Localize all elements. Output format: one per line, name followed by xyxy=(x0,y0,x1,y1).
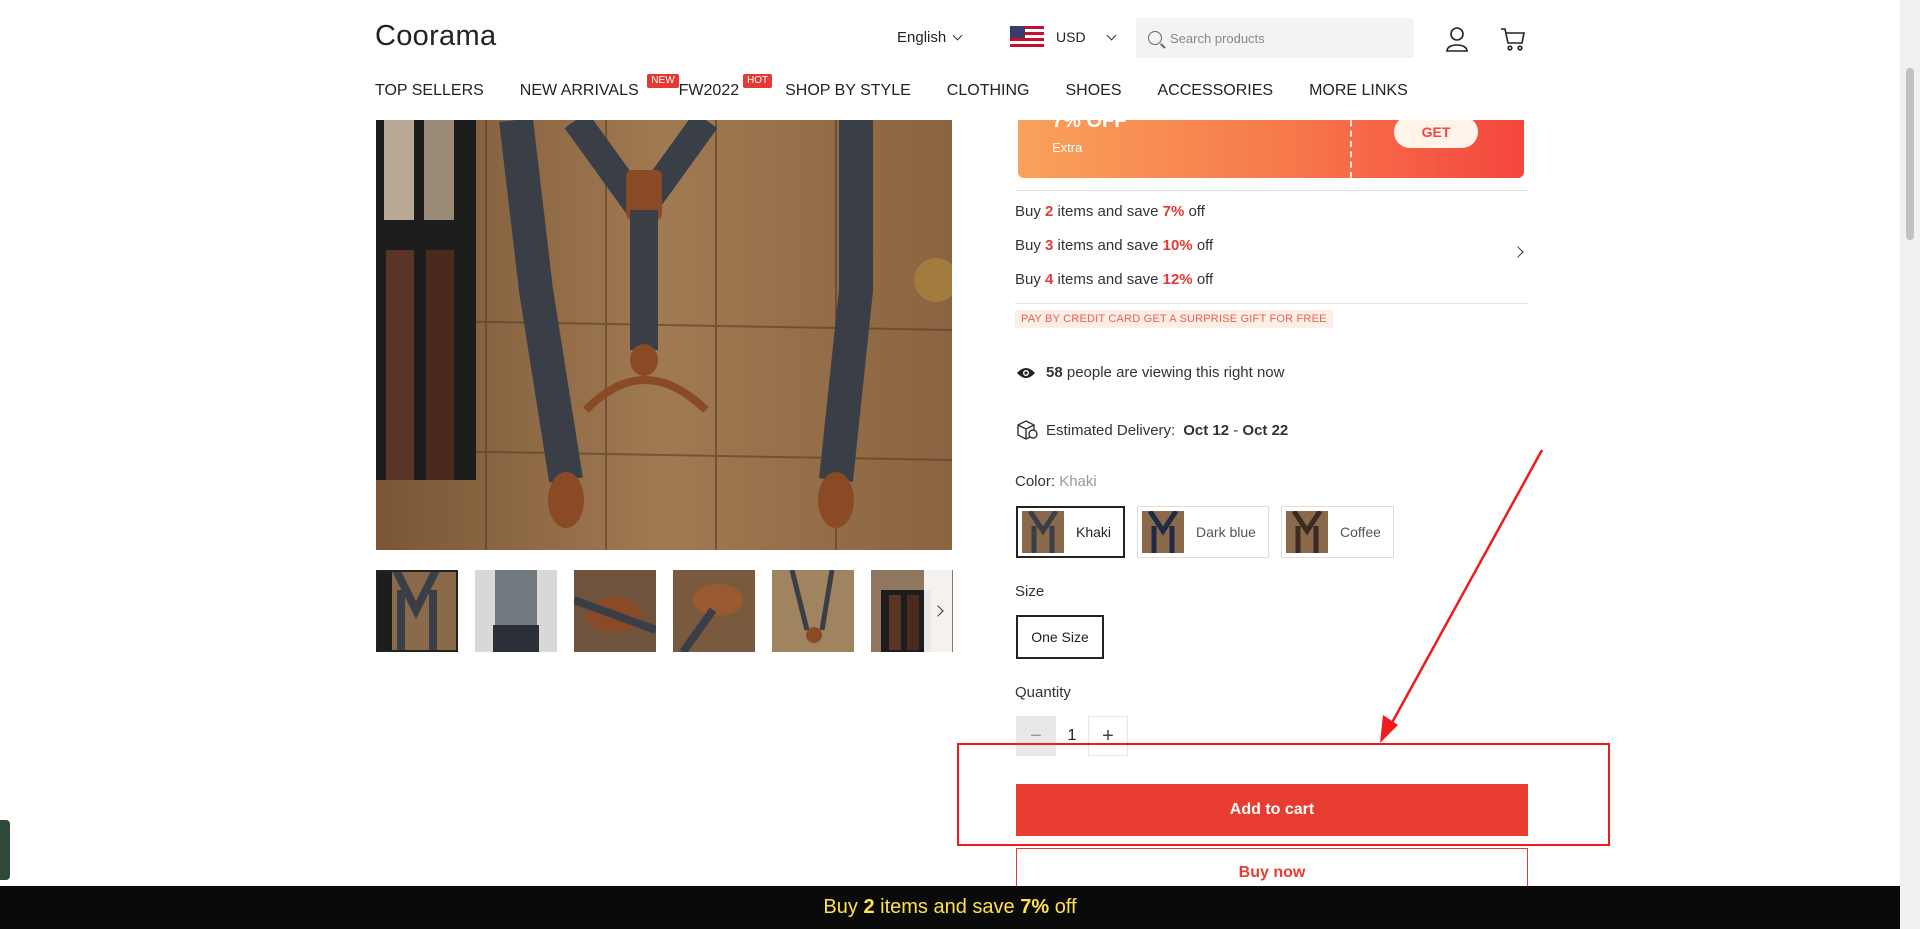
divider xyxy=(1015,190,1528,191)
site-header: Coorama English USD TOP SELLERS NEW ARRI… xyxy=(0,0,1900,120)
bulk-offer-1: Buy 2 items and save 7% off xyxy=(1015,203,1205,220)
thumbnail-next-button[interactable] xyxy=(924,570,952,652)
thumbnail-5[interactable] xyxy=(772,570,854,652)
promo-tag: PAY BY CREDIT CARD GET A SURPRISE GIFT F… xyxy=(1015,310,1333,328)
swatch-image xyxy=(1142,511,1185,553)
thumbnail-3[interactable] xyxy=(574,570,656,652)
color-option-khaki[interactable]: Khaki xyxy=(1016,506,1126,558)
nav-shoes[interactable]: SHOES xyxy=(1065,82,1121,100)
thumbnail-strip xyxy=(376,570,953,652)
swatch-image xyxy=(1022,511,1064,553)
user-icon[interactable] xyxy=(1445,26,1469,52)
language-selector[interactable]: English xyxy=(897,29,963,46)
main-nav: TOP SELLERS NEW ARRIVALS NEW FW2022 HOT SH… xyxy=(375,74,1444,100)
coupon-divider xyxy=(1350,110,1352,178)
nav-more-links[interactable]: MORE LINKS xyxy=(1309,82,1408,100)
nav-top-sellers[interactable]: TOP SELLERS xyxy=(375,82,484,100)
chevron-down-icon xyxy=(1106,30,1117,40)
size-option-one-size[interactable]: One Size xyxy=(1016,615,1104,659)
us-flag-icon xyxy=(1010,26,1044,48)
bulk-offers-expand[interactable] xyxy=(1512,243,1524,261)
eye-icon xyxy=(1017,367,1035,378)
currency-selector[interactable]: USD xyxy=(1010,26,1117,48)
nav-fw2022[interactable]: FW2022 HOT xyxy=(679,74,773,100)
color-option-dark-blue[interactable]: Dark blue xyxy=(1137,506,1269,558)
delivery-box-icon xyxy=(1017,420,1038,440)
scrollbar-thumb[interactable] xyxy=(1906,68,1914,240)
coupon-subtitle: Extra xyxy=(1052,140,1083,155)
site-logo[interactable]: Coorama xyxy=(375,20,496,53)
annotation-arrow xyxy=(1380,449,1544,743)
annotation-highlight-box xyxy=(957,743,1610,846)
cart-icon[interactable] xyxy=(1500,26,1526,52)
nav-new-arrivals[interactable]: NEW ARRIVALS NEW xyxy=(520,74,679,100)
chevron-right-icon xyxy=(1512,246,1524,258)
chevron-down-icon xyxy=(952,30,963,41)
bulk-offer-3: Buy 4 items and save 12% off xyxy=(1015,271,1214,288)
nav-accessories[interactable]: ACCESSORIES xyxy=(1157,82,1273,100)
thumbnail-1[interactable] xyxy=(376,570,458,652)
color-label: Color: Khaki xyxy=(1015,473,1097,490)
coupon-get-button[interactable]: GET xyxy=(1394,116,1478,148)
hot-badge: HOT xyxy=(743,74,773,88)
coupon-card: 7% OFF Extra GET xyxy=(1018,110,1524,178)
nav-shop-by-style[interactable]: SHOP BY STYLE xyxy=(785,82,911,100)
thumbnail-2[interactable] xyxy=(475,570,557,652)
search-input[interactable] xyxy=(1170,30,1390,46)
nav-clothing[interactable]: CLOTHING xyxy=(947,82,1030,100)
estimated-delivery: Estimated Delivery: Oct 12 - Oct 22 xyxy=(1016,420,1288,440)
language-label: English xyxy=(897,29,947,46)
bottom-promo-bar: Buy 2 items and save 7% off xyxy=(0,886,1900,929)
currency-label: USD xyxy=(1056,29,1086,45)
search-box xyxy=(1136,18,1414,58)
search-icon[interactable] xyxy=(1148,31,1162,45)
thumbnail-4[interactable] xyxy=(673,570,755,652)
bulk-offer-2: Buy 3 items and save 10% off xyxy=(1015,237,1214,254)
new-badge: NEW xyxy=(647,74,679,88)
product-main-image[interactable] xyxy=(376,120,952,550)
viewing-count: 58 people are viewing this right now xyxy=(1016,364,1284,381)
swatch-image xyxy=(1285,511,1328,553)
size-label: Size xyxy=(1015,583,1045,600)
color-swatches: Khaki Dark blue Coffee xyxy=(1016,506,1394,558)
side-widget-tab[interactable] xyxy=(0,820,10,880)
chevron-right-icon xyxy=(932,605,944,617)
quantity-label: Quantity xyxy=(1015,684,1071,701)
divider xyxy=(1015,303,1528,304)
